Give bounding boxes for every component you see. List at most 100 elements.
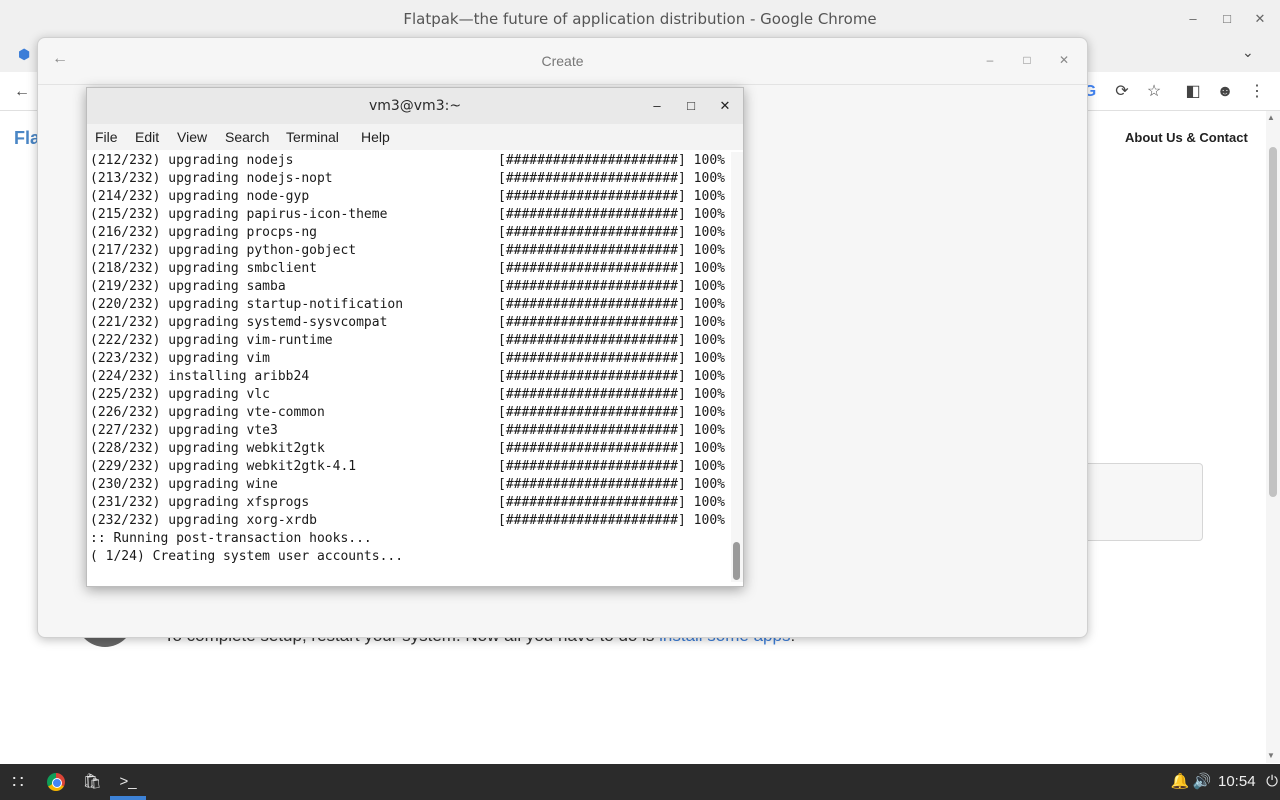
terminal-line: (217/232) upgrading python-gobject [#####… [90,242,725,260]
terminal-progress: [######################] 100% [498,458,725,476]
menu-view[interactable]: View [177,129,207,145]
maximize-icon[interactable]: □ [1216,8,1238,30]
progress-bar: [######################] [498,405,686,420]
menu-search[interactable]: Search [225,129,269,145]
terminal-line-text: (213/232) upgrading nodejs-nopt [90,171,333,186]
progress-percent: 100% [693,171,725,186]
terminal-progress: [######################] 100% [498,278,725,296]
progress-bar: [######################] [498,333,686,348]
terminal-progress: [######################] 100% [498,332,725,350]
close-icon[interactable]: ✕ [1249,8,1271,30]
profile-icon[interactable]: ☻ [1214,81,1236,103]
terminal-progress: [######################] 100% [498,404,725,422]
terminal-window[interactable]: vm3@vm3:~ – □ ✕ File Edit View Search Te… [86,87,744,587]
progress-percent: 100% [693,333,725,348]
progress-percent: 100% [693,207,725,222]
progress-percent: 100% [693,513,725,528]
minimize-icon[interactable]: – [1182,8,1204,30]
terminal-line-text: (223/232) upgrading vim [90,351,271,366]
minimize-icon[interactable]: – [648,97,666,115]
progress-percent: 100% [693,315,725,330]
content-box [1086,463,1203,541]
close-icon[interactable]: ✕ [1055,51,1073,69]
terminal-step-line: ( 1/24) Creating system user accounts... [90,549,404,564]
page-scrollbar[interactable]: ▲ ▼ [1266,111,1280,763]
menu-edit[interactable]: Edit [135,129,159,145]
software-store-icon[interactable]: 🛍 [78,770,106,794]
back-arrow-icon[interactable]: ← [11,81,33,103]
terminal-line: (213/232) upgrading nodejs-nopt [########… [90,170,725,188]
scroll-up-icon[interactable]: ▲ [1267,113,1275,122]
terminal-line-text: (229/232) upgrading webkit2gtk-4.1 [90,459,357,474]
progress-percent: 100% [693,441,725,456]
progress-percent: 100% [693,405,725,420]
star-icon[interactable]: ☆ [1143,81,1165,103]
terminal-line-text: (216/232) upgrading procps-ng [90,225,317,240]
chevron-down-icon[interactable]: ⌄ [1242,44,1254,61]
terminal-line-text: (221/232) upgrading systemd-sysvcompat [90,315,388,330]
progress-bar: [######################] [498,243,686,258]
terminal-line-text: (219/232) upgrading samba [90,279,286,294]
terminal-scrollbar[interactable] [731,152,743,582]
progress-bar: [######################] [498,495,686,510]
chrome-icon[interactable] [42,770,70,794]
terminal-output[interactable]: (212/232) upgrading nodejs [#############… [87,152,731,582]
progress-bar: [######################] [498,189,686,204]
terminal-line-text: (218/232) upgrading smbclient [90,261,317,276]
kebab-menu-icon[interactable]: ⋮ [1246,81,1268,103]
terminal-progress: [######################] 100% [498,224,725,242]
progress-percent: 100% [693,153,725,168]
progress-percent: 100% [693,225,725,240]
terminal-progress: [######################] 100% [498,152,725,170]
terminal-line: (228/232) upgrading webkit2gtk [#########… [90,440,725,458]
minimize-icon[interactable]: – [981,51,999,69]
close-icon[interactable]: ✕ [716,97,734,115]
terminal-line: (226/232) upgrading vte-common [#########… [90,404,725,422]
terminal-progress: [######################] 100% [498,314,725,332]
terminal-menubar: File Edit View Search Terminal Help [87,124,743,150]
terminal-progress: [######################] 100% [498,386,725,404]
terminal-line: (215/232) upgrading papirus-icon-theme [#… [90,206,725,224]
progress-bar: [######################] [498,387,686,402]
flatpak-favicon-icon[interactable]: ⬢ [18,46,34,62]
progress-bar: [######################] [498,441,686,456]
app-grid-icon[interactable]: ∷ [4,770,32,794]
menu-file[interactable]: File [95,129,118,145]
terminal-progress: [######################] 100% [498,422,725,440]
progress-percent: 100% [693,279,725,294]
terminal-line-text: (226/232) upgrading vte-common [90,405,325,420]
sidebar-icon[interactable]: ◧ [1182,81,1204,103]
terminal-line: (222/232) upgrading vim-runtime [########… [90,332,725,350]
progress-bar: [######################] [498,459,686,474]
terminal-line: (219/232) upgrading samba [##############… [90,278,725,296]
terminal-line: (227/232) upgrading vte3 [###############… [90,422,725,440]
progress-bar: [######################] [498,171,686,186]
terminal-progress: [######################] 100% [498,440,725,458]
nav-about-contact[interactable]: About Us & Contact [1125,130,1248,145]
terminal-scroll-thumb[interactable] [733,542,740,580]
terminal-titlebar[interactable]: vm3@vm3:~ – □ ✕ [87,88,743,124]
terminal-progress: [######################] 100% [498,368,725,386]
menu-terminal[interactable]: Terminal [286,129,339,145]
page-scroll-thumb[interactable] [1269,147,1277,497]
maximize-icon[interactable]: □ [1018,51,1036,69]
progress-bar: [######################] [498,477,686,492]
progress-bar: [######################] [498,261,686,276]
terminal-line: (225/232) upgrading vlc [################… [90,386,725,404]
power-icon[interactable]: ⏻ [1258,770,1280,794]
scroll-down-icon[interactable]: ▼ [1267,751,1275,760]
maximize-icon[interactable]: □ [682,97,700,115]
progress-percent: 100% [693,189,725,204]
menu-help[interactable]: Help [361,129,390,145]
clock[interactable]: 10:54 [1218,773,1256,790]
volume-icon[interactable]: 🔊 [1188,770,1216,794]
terminal-hooks-line: :: Running post-transaction hooks... [90,531,372,546]
active-app-indicator [110,796,146,800]
window-title: Flatpak—the future of application distri… [403,10,877,28]
terminal-line: (214/232) upgrading node-gyp [###########… [90,188,725,206]
progress-bar: [######################] [498,279,686,294]
share-icon[interactable]: ⟳ [1111,81,1133,103]
terminal-icon[interactable]: >_ [114,770,142,794]
terminal-line-text: (228/232) upgrading webkit2gtk [90,441,325,456]
terminal-line: (232/232) upgrading xorg-xrdb [##########… [90,512,725,530]
